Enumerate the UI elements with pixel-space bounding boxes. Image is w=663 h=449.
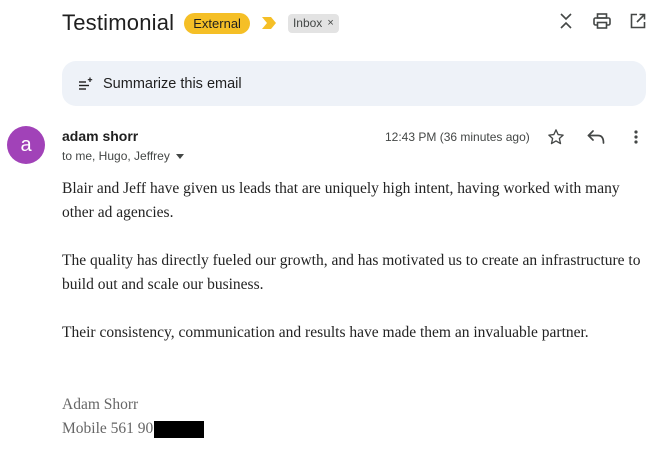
print-icon[interactable] [593,12,611,30]
message-timestamp: 12:43 PM (36 minutes ago) [385,130,530,144]
sender-avatar[interactable]: a [7,126,45,164]
email-subject: Testimonial [62,10,175,35]
expand-collapse-icon[interactable] [557,12,575,30]
recipients-text: to me, Hugo, Jeffrey [62,149,170,163]
body-paragraph: Their consistency, communication and res… [62,324,589,341]
signature-phone: Mobile 561 90 [62,420,154,437]
body-paragraph: The quality has directly fueled our grow… [62,252,641,293]
star-icon[interactable] [546,127,566,147]
more-options-icon[interactable] [626,127,646,147]
subject-row: Testimonial External Inbox × [62,9,339,37]
summarize-label: Summarize this email [103,75,242,92]
open-in-new-window-icon[interactable] [629,12,647,30]
importance-marker-icon[interactable] [261,17,276,29]
redaction-block [154,420,205,438]
message-actions [546,127,646,147]
email-body: Blair and Jeff have given us leads that … [62,177,652,369]
signature-phone-line: Mobile 561 90 [62,417,205,441]
inbox-label-chip: Inbox × [287,13,339,33]
inbox-label-text: Inbox [292,15,323,30]
sparkle-list-icon [78,77,94,91]
recipients-line[interactable]: to me, Hugo, Jeffrey [62,149,184,163]
sender-name[interactable]: adam shorr [62,128,138,144]
show-details-caret-icon[interactable] [175,152,184,160]
body-paragraph: Blair and Jeff have given us leads that … [62,180,620,221]
email-view: Testimonial External Inbox × Summarize t… [0,0,663,449]
header-toolbar [557,12,647,30]
signature-name: Adam Shorr [62,396,139,413]
remove-label-icon[interactable]: × [327,14,333,33]
summarize-email-button[interactable]: Summarize this email [62,61,646,106]
external-badge: External [184,12,250,34]
email-signature: Adam Shorr Mobile 561 90 [62,393,205,441]
reply-icon[interactable] [586,127,606,147]
